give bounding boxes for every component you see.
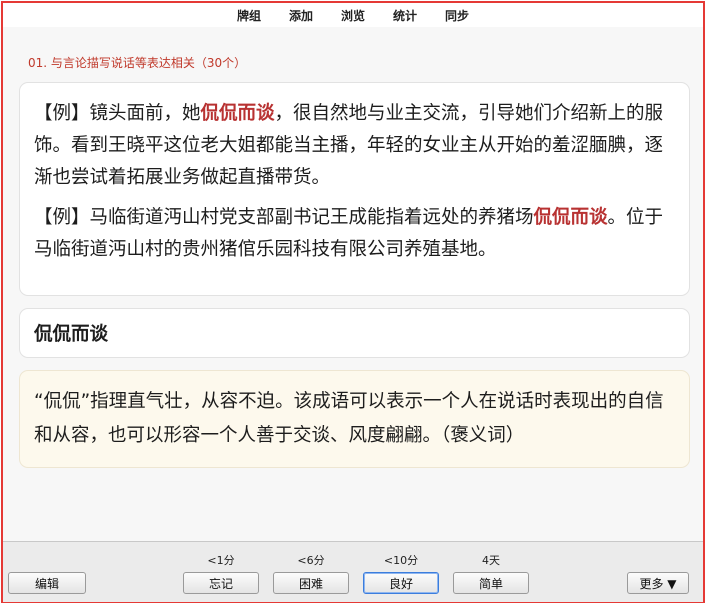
more-button[interactable]: 更多 ▼ bbox=[627, 572, 689, 594]
nav-add[interactable]: 添加 bbox=[286, 7, 316, 24]
nav-stats[interactable]: 统计 bbox=[390, 7, 420, 24]
nav-sync[interactable]: 同步 bbox=[442, 7, 472, 24]
card-heading: 01. 与言论描写说话等表达相关（30个） bbox=[28, 56, 247, 70]
interval-hard: <6分 bbox=[297, 554, 325, 567]
nav-browse[interactable]: 浏览 bbox=[338, 7, 368, 24]
word-card: 侃侃而谈 bbox=[19, 308, 690, 358]
interval-again: <1分 bbox=[207, 554, 235, 567]
answer-bar: 编辑 <1分 忘记 <6分 困难 <10分 良好 4天 简单 更多 ▼ bbox=[3, 541, 703, 602]
definition-card: “侃侃”指理直气壮，从容不迫。该成语可以表示一个人在说话时表现出的自信和从容，也… bbox=[19, 370, 690, 468]
again-button[interactable]: 忘记 bbox=[183, 572, 259, 594]
hard-button[interactable]: 困难 bbox=[273, 572, 349, 594]
example-highlight: 侃侃而谈 bbox=[533, 207, 608, 228]
examples-card: 【例】镜头面前，她侃侃而谈，很自然地与业主交流，引导她们介绍新上的服饰。看到王晓… bbox=[19, 82, 690, 296]
example-text: 【例】镜头面前，她 bbox=[34, 103, 201, 124]
example-highlight: 侃侃而谈 bbox=[200, 103, 275, 124]
example-sentence: 【例】镜头面前，她侃侃而谈，很自然地与业主交流，引导她们介绍新上的服饰。看到王晓… bbox=[34, 98, 675, 194]
easy-button[interactable]: 简单 bbox=[453, 572, 529, 594]
top-toolbar: 牌组 添加 浏览 统计 同步 bbox=[3, 3, 703, 27]
edit-button[interactable]: 编辑 bbox=[8, 572, 86, 594]
interval-easy: 4天 bbox=[482, 554, 500, 567]
good-button[interactable]: 良好 bbox=[363, 572, 439, 594]
definition-text: “侃侃”指理直气壮，从容不迫。该成语可以表示一个人在说话时表现出的自信和从容，也… bbox=[34, 391, 664, 446]
example-text: 【例】马临街道沔山村党支部副书记王成能指着远处的养猪场 bbox=[34, 207, 534, 228]
nav-decks[interactable]: 牌组 bbox=[234, 7, 264, 24]
example-sentence: 【例】马临街道沔山村党支部副书记王成能指着远处的养猪场侃侃而谈。位于马临街道沔山… bbox=[34, 202, 675, 266]
idiom-word: 侃侃而谈 bbox=[34, 324, 109, 345]
interval-good: <10分 bbox=[383, 554, 419, 567]
